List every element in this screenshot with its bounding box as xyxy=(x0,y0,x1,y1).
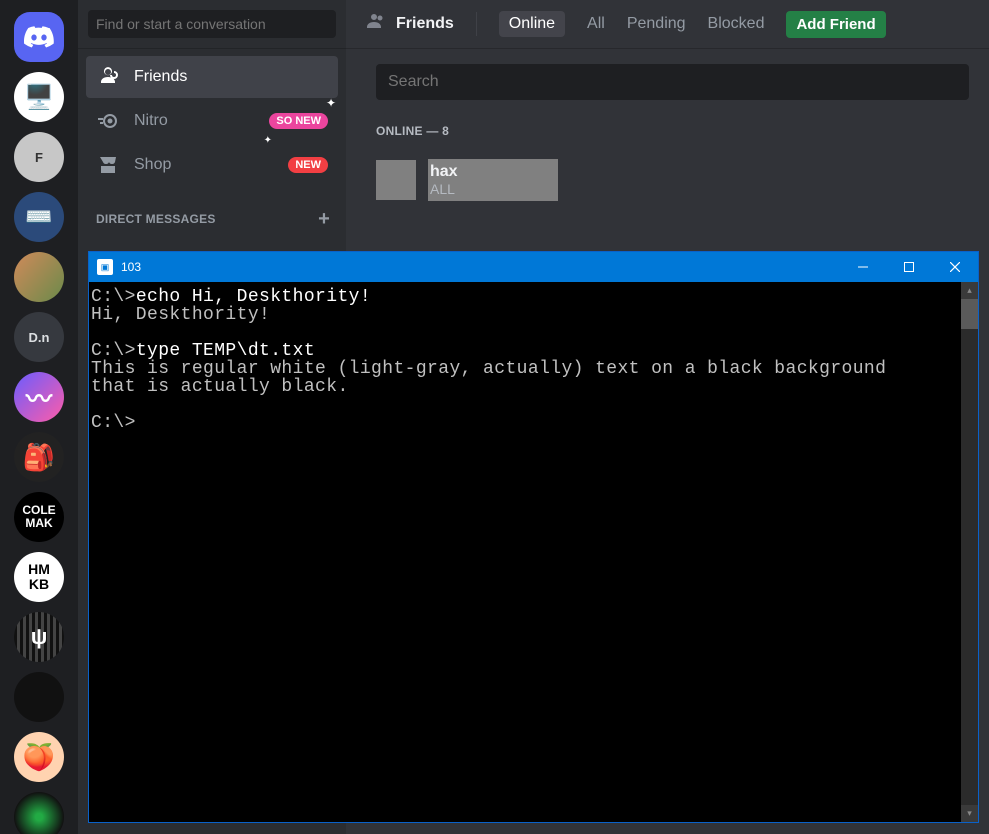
console-output[interactable]: C:\>echo Hi, Deskthority! Hi, Deskthorit… xyxy=(89,282,961,822)
page-title: Friends xyxy=(362,10,454,39)
avatar xyxy=(376,160,416,200)
server-icon[interactable] xyxy=(14,792,64,834)
scroll-track[interactable] xyxy=(961,329,978,805)
server-icon[interactable] xyxy=(14,252,64,302)
nav-shop[interactable]: Shop NEW xyxy=(86,144,338,186)
discord-home-icon[interactable] xyxy=(14,12,64,62)
friends-search-input[interactable] xyxy=(376,64,969,100)
nav-shop-label: Shop xyxy=(134,156,171,174)
server-icon[interactable]: ψ xyxy=(14,612,64,662)
friend-row[interactable]: hax ALL xyxy=(376,150,969,210)
tab-blocked[interactable]: Blocked xyxy=(708,15,765,33)
friend-name: hax xyxy=(430,163,558,181)
titlebar[interactable]: ▣ 103 xyxy=(89,252,978,282)
nitro-icon xyxy=(96,109,120,133)
scrollbar[interactable]: ▴ ▾ xyxy=(961,282,978,822)
tab-all[interactable]: All xyxy=(587,15,605,33)
friends-search xyxy=(346,48,989,116)
minimize-button[interactable] xyxy=(840,252,886,282)
friends-icon xyxy=(96,65,120,89)
dm-header-label: DIRECT MESSAGES xyxy=(96,212,216,226)
friends-icon xyxy=(362,10,386,39)
server-icon[interactable]: HM KB xyxy=(14,552,64,602)
server-icon[interactable]: ⌨️ xyxy=(14,192,64,242)
create-dm-button[interactable]: + xyxy=(318,213,330,225)
server-icon[interactable] xyxy=(14,672,64,722)
nav-nitro-label: Nitro xyxy=(134,112,168,130)
sparkle-icon: ✦ xyxy=(264,135,272,146)
conversation-search-input[interactable] xyxy=(88,10,336,38)
cmd-icon: ▣ xyxy=(97,259,113,275)
nav-friends-label: Friends xyxy=(134,68,187,86)
server-icon[interactable]: 〰 xyxy=(14,372,64,422)
conversation-search xyxy=(78,0,346,48)
server-icon[interactable]: F xyxy=(14,132,64,182)
shop-badge: NEW xyxy=(288,157,328,173)
window-title: 103 xyxy=(121,260,141,274)
shop-icon xyxy=(96,153,120,177)
tab-pending[interactable]: Pending xyxy=(627,15,686,33)
server-icon[interactable]: 🍑 xyxy=(14,732,64,782)
page-title-label: Friends xyxy=(396,15,454,33)
dm-header: DIRECT MESSAGES + xyxy=(78,194,346,230)
friend-info: hax ALL xyxy=(428,159,558,201)
maximize-button[interactable] xyxy=(886,252,932,282)
sparkle-icon: ✦ xyxy=(326,96,336,110)
nitro-badge: SO NEW xyxy=(269,113,328,129)
close-button[interactable] xyxy=(932,252,978,282)
scroll-up-button[interactable]: ▴ xyxy=(961,282,978,299)
tab-online[interactable]: Online xyxy=(499,11,565,37)
server-icon[interactable]: COLE MAK xyxy=(14,492,64,542)
server-icon[interactable]: D.n xyxy=(14,312,64,362)
scroll-down-button[interactable]: ▾ xyxy=(961,805,978,822)
add-friend-button[interactable]: Add Friend xyxy=(786,11,885,38)
scroll-thumb[interactable] xyxy=(961,299,978,329)
server-icon[interactable]: 🎒 xyxy=(14,432,64,482)
divider xyxy=(476,12,477,36)
server-rail: 🖥️ F ⌨️ D.n 〰 🎒 COLE MAK HM KB ψ 🍑 xyxy=(0,0,78,834)
server-icon[interactable]: 🖥️ xyxy=(14,72,64,122)
nav-nitro[interactable]: Nitro SO NEW ✦ ✦ xyxy=(86,100,338,142)
topbar: Friends Online All Pending Blocked Add F… xyxy=(346,0,989,48)
nav-friends[interactable]: Friends xyxy=(86,56,338,98)
online-section-label: ONLINE — 8 xyxy=(346,116,989,146)
friend-status: ALL xyxy=(430,181,558,197)
console-window[interactable]: ▣ 103 C:\>echo Hi, Deskthority! Hi, Desk… xyxy=(89,252,978,822)
